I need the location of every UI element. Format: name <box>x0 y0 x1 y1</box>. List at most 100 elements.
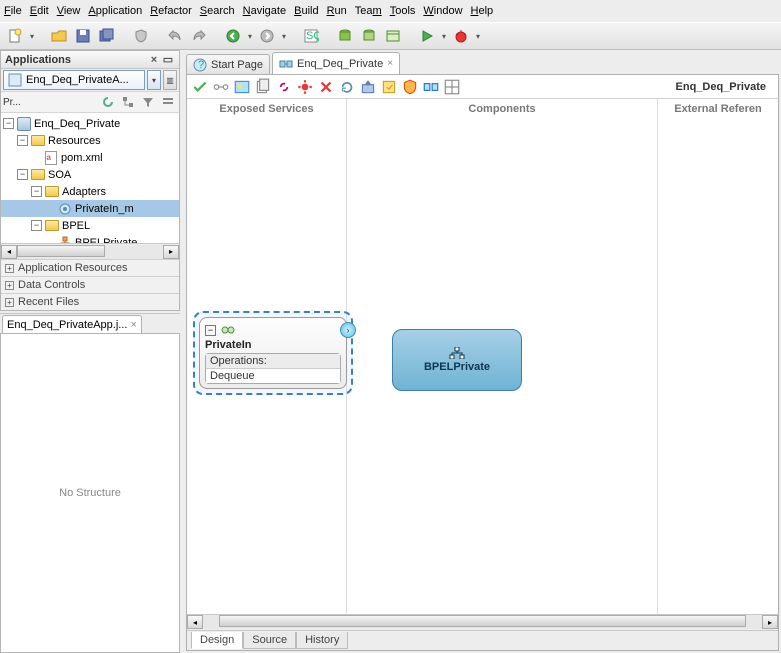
menu-view[interactable]: View <box>57 5 81 17</box>
sql-icon[interactable]: SQL <box>300 25 322 47</box>
panel-close-icon[interactable]: × <box>147 54 161 66</box>
open-icon[interactable] <box>48 25 70 47</box>
forward-icon[interactable] <box>256 25 278 47</box>
back-icon[interactable] <box>222 25 244 47</box>
col-external: External Referen <box>658 99 778 119</box>
run-dropdown[interactable] <box>440 32 448 41</box>
svg-text:?: ? <box>198 59 204 71</box>
refresh2-icon[interactable] <box>338 78 356 96</box>
application-new-button[interactable]: ▥ <box>163 70 177 90</box>
save-all-icon[interactable] <box>96 25 118 47</box>
tab-close-icon[interactable]: × <box>387 58 393 69</box>
security-icon[interactable] <box>401 78 419 96</box>
col-components: Components <box>347 99 658 119</box>
menu-search[interactable]: Search <box>200 5 235 17</box>
image-icon[interactable] <box>233 78 251 96</box>
tree-bpel-file[interactable]: BPELPrivate <box>1 234 179 243</box>
debug-icon[interactable] <box>450 25 472 47</box>
menu-application[interactable]: Application <box>88 5 142 17</box>
delete-icon[interactable] <box>317 78 335 96</box>
wire-icon[interactable] <box>212 78 230 96</box>
bpel-process-icon <box>449 347 465 359</box>
tab-source[interactable]: Source <box>243 632 296 649</box>
panel-minimize-icon[interactable]: ▭ <box>161 53 175 66</box>
grid-icon[interactable] <box>443 78 461 96</box>
menu-run[interactable]: Run <box>327 5 347 17</box>
adapter-icon <box>220 322 236 338</box>
operation-dequeue[interactable]: Dequeue <box>206 369 340 383</box>
menu-navigate[interactable]: Navigate <box>243 5 286 17</box>
application-selector-text: Enq_Deq_PrivateA... <box>26 74 129 86</box>
editor-bottom-tabs: Design Source History <box>187 630 778 650</box>
tree-privatein[interactable]: PrivateIn_m <box>1 200 179 217</box>
menu-tools[interactable]: Tools <box>390 5 416 17</box>
db2-icon[interactable] <box>358 25 380 47</box>
filter-icon[interactable] <box>139 93 157 111</box>
menu-window[interactable]: Window <box>423 5 462 17</box>
link-icon[interactable] <box>275 78 293 96</box>
project-tree[interactable]: − Enq_Deq_Private − Resources pom.xml − … <box>1 113 179 243</box>
back-dropdown[interactable] <box>246 32 254 41</box>
application-selector[interactable]: Enq_Deq_PrivateA... <box>3 70 145 90</box>
application-selector-arrow[interactable]: ▾ <box>147 70 161 90</box>
component-name: BPELPrivate <box>424 361 490 373</box>
lane-external[interactable] <box>658 119 778 614</box>
validate-icon[interactable] <box>191 78 209 96</box>
redo-icon[interactable] <box>188 25 210 47</box>
menu-build[interactable]: Build <box>294 5 318 17</box>
service-collapse-icon[interactable]: − <box>205 325 216 336</box>
forward-dropdown[interactable] <box>280 32 288 41</box>
debug-dropdown[interactable] <box>474 32 482 41</box>
binding-icon[interactable] <box>422 78 440 96</box>
lane-exposed[interactable]: › − PrivateIn Operations: Dequeue <box>187 119 347 614</box>
tab-main[interactable]: Enq_Deq_Private × <box>272 52 400 74</box>
new-icon[interactable] <box>4 25 26 47</box>
application-resources-section[interactable]: +Application Resources <box>1 259 179 276</box>
no-structure-label: No Structure <box>59 487 121 499</box>
tree-adapters[interactable]: − Adapters <box>1 183 179 200</box>
deploy-icon[interactable] <box>359 78 377 96</box>
open-file-tab[interactable]: Enq_Deq_PrivateApp.j... × <box>2 315 142 333</box>
editor-area: ? Start Page Enq_Deq_Private × ▾ Enq_Deq… <box>182 50 781 653</box>
save-icon[interactable] <box>72 25 94 47</box>
tree-icon[interactable] <box>119 93 137 111</box>
menu-file[interactable]: FFileile <box>4 5 22 17</box>
copy-icon[interactable] <box>254 78 272 96</box>
tree-soa[interactable]: − SOA <box>1 166 179 183</box>
close-icon[interactable]: × <box>130 319 136 331</box>
recent-files-section[interactable]: +Recent Files <box>1 293 179 310</box>
test-icon[interactable] <box>380 78 398 96</box>
tab-start-page[interactable]: ? Start Page <box>186 54 270 74</box>
shield-icon[interactable] <box>130 25 152 47</box>
menu-team[interactable]: Team <box>355 5 382 17</box>
composite-canvas[interactable]: › − PrivateIn Operations: Dequeue <box>187 119 778 614</box>
editor-toolbar: Enq_Deq_Private <box>187 75 778 99</box>
canvas-hscroll[interactable]: ◂ ▸ <box>187 614 778 630</box>
applications-panel: Applications × ▭ Enq_Deq_PrivateA... ▾ ▥… <box>0 50 180 311</box>
new-dropdown[interactable] <box>28 32 36 41</box>
tree-hscroll[interactable]: ◂ ▸ <box>1 243 179 259</box>
undo-icon[interactable] <box>164 25 186 47</box>
run-icon[interactable] <box>416 25 438 47</box>
menu-help[interactable]: Help <box>471 5 494 17</box>
refresh-icon[interactable] <box>99 93 117 111</box>
lane-components[interactable]: BPELPrivate <box>347 119 658 614</box>
db1-icon[interactable] <box>334 25 356 47</box>
open-files-tabs: Enq_Deq_PrivateApp.j... × <box>0 313 180 333</box>
tree-bpel-folder[interactable]: − BPEL <box>1 217 179 234</box>
service-privatein[interactable]: › − PrivateIn Operations: Dequeue <box>199 317 347 389</box>
tree-pom[interactable]: pom.xml <box>1 149 179 166</box>
options-icon[interactable] <box>159 93 177 111</box>
menu-refactor[interactable]: Refactor <box>150 5 192 17</box>
db3-icon[interactable] <box>382 25 404 47</box>
gear-icon[interactable] <box>296 78 314 96</box>
data-controls-section[interactable]: +Data Controls <box>1 276 179 293</box>
tree-root[interactable]: − Enq_Deq_Private <box>1 115 179 132</box>
menu-edit[interactable]: Edit <box>30 5 49 17</box>
service-name: PrivateIn <box>205 339 341 351</box>
component-bpelprivate[interactable]: BPELPrivate <box>392 329 522 391</box>
tab-design[interactable]: Design <box>191 632 243 649</box>
tree-resources[interactable]: − Resources <box>1 132 179 149</box>
tab-history[interactable]: History <box>296 632 348 649</box>
structure-panel: No Structure <box>0 333 180 653</box>
